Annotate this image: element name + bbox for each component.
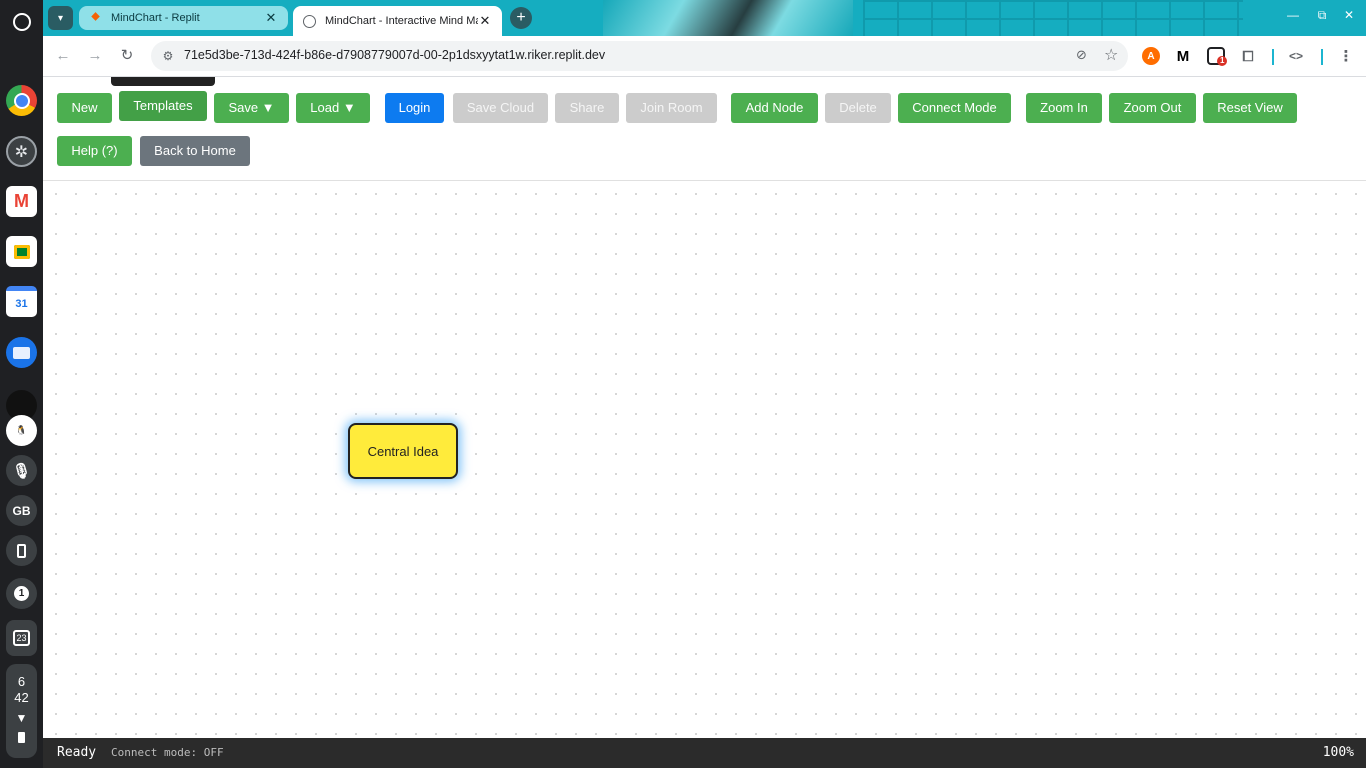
theme-artwork xyxy=(603,0,853,36)
forward-arrow-icon[interactable]: → xyxy=(84,45,106,67)
aperture-app-icon[interactable]: ✲ xyxy=(6,136,37,167)
login-button[interactable]: Login xyxy=(385,93,444,123)
calendar-app-icon[interactable]: 31 xyxy=(6,286,37,317)
mindchart-page: New Templates Save ▼ Load ▼ Login Save C… xyxy=(43,77,1366,768)
address-bar[interactable]: ⚙ 71e5d3be-713d-424f-b86e-d7908779007d-0… xyxy=(151,41,1128,71)
minimize-icon[interactable]: — xyxy=(1283,8,1303,26)
battery-icon xyxy=(18,732,25,743)
close-window-icon[interactable]: ✕ xyxy=(1339,8,1359,26)
mind-map-canvas[interactable]: Central Idea xyxy=(43,181,1366,738)
calendar-app-day: 31 xyxy=(15,298,28,310)
os-shelf: ✲ M 31 🐧 🎙 GB 1 23 6 42 ▼ xyxy=(0,0,43,768)
extension-badge-icon[interactable]: 1 xyxy=(1207,47,1228,66)
extensions-puzzle-icon[interactable]: ⧠ xyxy=(1239,47,1257,65)
zoom-in-button[interactable]: Zoom In xyxy=(1026,93,1102,123)
devtools-code-icon[interactable]: <> xyxy=(1287,47,1305,65)
tab-search-button[interactable]: ▾ xyxy=(48,6,73,30)
save-cloud-button[interactable]: Save Cloud xyxy=(453,93,548,123)
calendar-tray-icon[interactable]: 23 xyxy=(6,620,37,656)
extension-m-icon[interactable]: M xyxy=(1174,47,1192,65)
files-app-icon[interactable] xyxy=(6,337,37,368)
clock-hour: 6 xyxy=(17,674,26,689)
chrome-app-icon[interactable] xyxy=(6,85,37,116)
tab-strip: ▾ ⯁ MindChart - Replit ✕ MindChart - Int… xyxy=(43,0,1366,36)
reload-icon[interactable]: ↻ xyxy=(116,45,138,67)
reset-view-button[interactable]: Reset View xyxy=(1203,93,1297,123)
camera-blocked-icon[interactable]: ⊘ xyxy=(1076,47,1087,63)
node-label: Central Idea xyxy=(367,443,439,459)
system-tray[interactable]: 6 42 ▼ xyxy=(6,664,37,758)
tab-replit[interactable]: ⯁ MindChart - Replit ✕ xyxy=(79,6,288,30)
browser-toolbar: ← → ↻ ⚙ 71e5d3be-713d-424f-b86e-d7908779… xyxy=(43,36,1366,77)
launcher-icon[interactable] xyxy=(6,6,37,37)
keyboard-layout-label: GB xyxy=(12,503,31,518)
connect-mode-status: Connect mode: OFF xyxy=(111,746,224,759)
new-button[interactable]: New xyxy=(57,93,112,123)
clock-minute: 42 xyxy=(14,690,29,705)
close-icon[interactable]: ✕ xyxy=(478,13,492,29)
tab-mindchart[interactable]: MindChart - Interactive Mind Map ✕ xyxy=(293,6,502,36)
delete-button[interactable]: Delete xyxy=(825,93,891,123)
globe-icon xyxy=(303,14,316,28)
connect-mode-button[interactable]: Connect Mode xyxy=(898,93,1011,123)
share-button[interactable]: Share xyxy=(555,93,619,123)
browser-menu-icon[interactable]: ⋮ xyxy=(1337,47,1355,65)
bookmark-star-icon[interactable]: ☆ xyxy=(1104,45,1118,65)
status-state: Ready xyxy=(57,745,97,760)
mind-map-node[interactable]: Central Idea xyxy=(348,423,458,479)
keyboard-layout-indicator[interactable]: GB xyxy=(6,495,37,526)
back-arrow-icon[interactable]: ← xyxy=(52,45,74,67)
extension-icon[interactable]: A xyxy=(1142,47,1160,65)
load-dropdown-button[interactable]: Load ▼ xyxy=(296,93,370,123)
meet-app-icon[interactable] xyxy=(6,236,37,267)
maximize-icon[interactable]: ⧉ xyxy=(1312,8,1332,26)
url-text[interactable]: 71e5d3be-713d-424f-b86e-d7908779007d-00-… xyxy=(184,48,605,62)
new-tab-button[interactable]: + xyxy=(510,7,532,29)
wifi-icon: ▼ xyxy=(15,711,28,725)
extension-badge-count: 1 xyxy=(1217,56,1228,66)
theme-pattern xyxy=(863,0,1243,36)
zoom-out-button[interactable]: Zoom Out xyxy=(1109,93,1196,123)
close-icon[interactable]: ✕ xyxy=(264,10,278,26)
help-button[interactable]: Help (?) xyxy=(57,136,132,166)
back-to-home-button[interactable]: Back to Home xyxy=(140,136,250,166)
toolbar-divider xyxy=(1321,49,1323,65)
notification-count: 1 xyxy=(14,586,29,601)
tooltip xyxy=(111,77,215,86)
phone-hub-icon[interactable] xyxy=(6,535,37,566)
tab-title: MindChart - Interactive Mind Map xyxy=(325,15,478,27)
templates-button[interactable]: Templates xyxy=(119,91,207,121)
gmail-app-icon[interactable]: M xyxy=(6,186,37,217)
join-room-button[interactable]: Join Room xyxy=(626,93,717,123)
penguin-app-icon[interactable]: 🐧 xyxy=(6,415,37,446)
app-toolbar: New Templates Save ▼ Load ▼ Login Save C… xyxy=(43,77,1366,181)
tab-title: MindChart - Replit xyxy=(111,12,200,24)
add-node-button[interactable]: Add Node xyxy=(731,93,818,123)
replit-icon: ⯁ xyxy=(91,11,100,24)
microphone-icon[interactable]: 🎙 xyxy=(6,455,37,486)
zoom-level: 100% xyxy=(1322,745,1354,760)
calendar-tray-day: 23 xyxy=(13,630,30,646)
site-info-icon[interactable]: ⚙ xyxy=(159,47,177,65)
status-bar: Ready Connect mode: OFF 100% xyxy=(43,738,1366,768)
save-dropdown-button[interactable]: Save ▼ xyxy=(214,93,289,123)
notification-counter[interactable]: 1 xyxy=(6,578,37,609)
toolbar-divider xyxy=(1272,49,1274,65)
